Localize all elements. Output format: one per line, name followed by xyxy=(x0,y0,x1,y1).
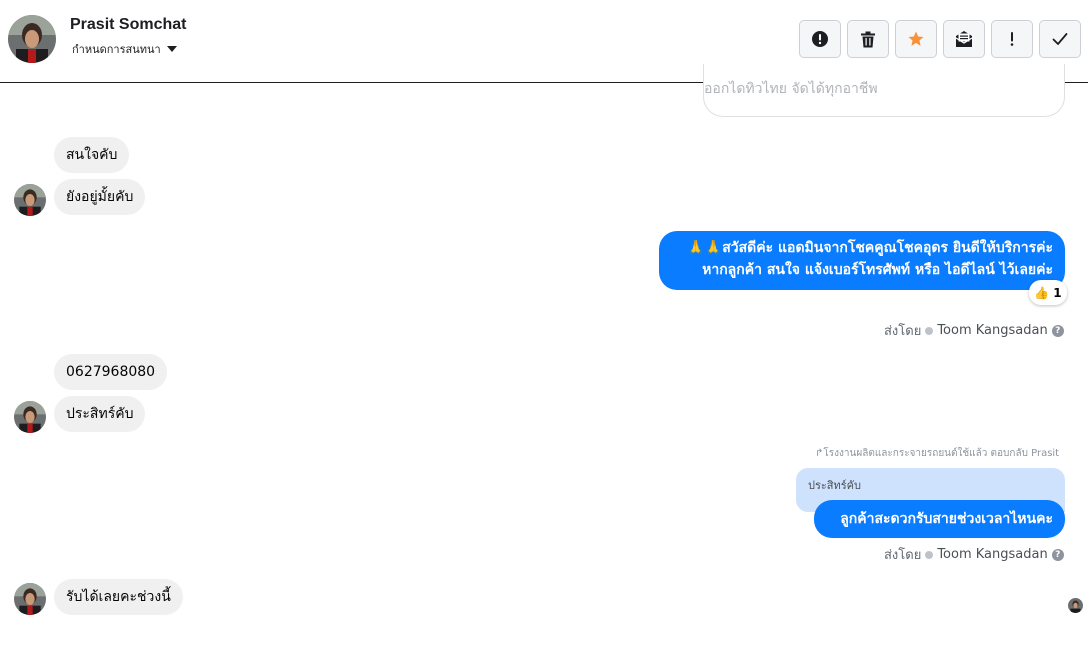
sender-avatar xyxy=(14,583,46,615)
incoming-message[interactable]: ยังอยู่มั้ยคับ xyxy=(54,179,146,215)
caret-down-icon xyxy=(166,46,177,52)
verified-icon xyxy=(925,550,934,559)
contact-avatar[interactable] xyxy=(8,15,56,63)
star-icon xyxy=(908,31,924,46)
incoming-message[interactable]: รับได้เลยคะช่วงนี้ xyxy=(54,579,183,615)
mark-unread-button[interactable] xyxy=(943,20,985,58)
envelope-icon xyxy=(955,31,973,47)
checkmark-icon xyxy=(1052,33,1068,45)
verified-icon xyxy=(925,326,934,335)
report-button[interactable] xyxy=(799,20,841,58)
conversation-settings-label: กำหนดการสนทนา xyxy=(72,43,161,56)
outgoing-message-line: 🙏🙏สวัสดีค่ะ แอดมินจากโชคคูณโชคอุดร ยินดี… xyxy=(687,240,1053,256)
incoming-message[interactable]: สนใจคับ xyxy=(54,137,130,173)
outgoing-message-line: หากลูกค้า สนใจ แจ้งเบอร์โทรศัพท์ หรือ ไอ… xyxy=(702,262,1053,278)
outgoing-message[interactable]: ลูกค้าสะดวกรับสายช่วงเวลาไหนคะ xyxy=(814,500,1065,538)
trash-icon xyxy=(861,31,875,47)
incoming-message[interactable]: ประสิทร์คับ xyxy=(54,396,146,432)
sent-by-info: ส่งโดย Toom Kangsadan ? xyxy=(884,320,1064,341)
contact-name[interactable]: Prasit Somchat xyxy=(70,16,186,34)
message-thread[interactable]: ออกไดทิวไทย จัดได้ทุกอาชีพ สนใจคับ ยังอย… xyxy=(0,64,1088,647)
done-button[interactable] xyxy=(1039,20,1081,58)
sent-by-label: ส่งโดย xyxy=(884,324,922,339)
seen-indicator-avatar xyxy=(1068,598,1083,613)
star-button[interactable] xyxy=(895,20,937,58)
sent-by-label: ส่งโดย xyxy=(884,548,922,563)
help-icon[interactable]: ? xyxy=(1051,324,1064,337)
reaction-badge[interactable]: 👍 1 xyxy=(1029,280,1067,305)
previous-message-card-text: ออกไดทิวไทย จัดได้ทุกอาชีพ xyxy=(704,81,878,97)
agent-name[interactable]: Toom Kangsadan xyxy=(937,547,1047,562)
help-icon[interactable]: ? xyxy=(1051,548,1064,561)
sender-avatar xyxy=(14,401,46,433)
conversation-settings-dropdown[interactable]: กำหนดการสนทนา xyxy=(72,40,177,58)
reaction-count: 1 xyxy=(1053,285,1062,300)
exclamation-icon xyxy=(1010,32,1014,46)
header-actions xyxy=(799,20,1081,58)
thumbs-up-icon: 👍 xyxy=(1034,285,1050,300)
agent-name[interactable]: Toom Kangsadan xyxy=(937,323,1047,338)
delete-button[interactable] xyxy=(847,20,889,58)
outgoing-message[interactable]: 🙏🙏สวัสดีค่ะ แอดมินจากโชคคูณโชคอุดร ยินดี… xyxy=(659,231,1065,290)
important-button[interactable] xyxy=(991,20,1033,58)
reply-context: ↱โรงงานผลิตและกระจายรถยนต์ใช้แล้ว ตอบกลั… xyxy=(815,448,1060,459)
incoming-message[interactable]: 0627968080 xyxy=(54,354,168,390)
sender-avatar xyxy=(14,184,46,216)
exclamation-circle-icon xyxy=(812,31,828,47)
sent-by-info: ส่งโดย Toom Kangsadan ? xyxy=(884,544,1064,565)
